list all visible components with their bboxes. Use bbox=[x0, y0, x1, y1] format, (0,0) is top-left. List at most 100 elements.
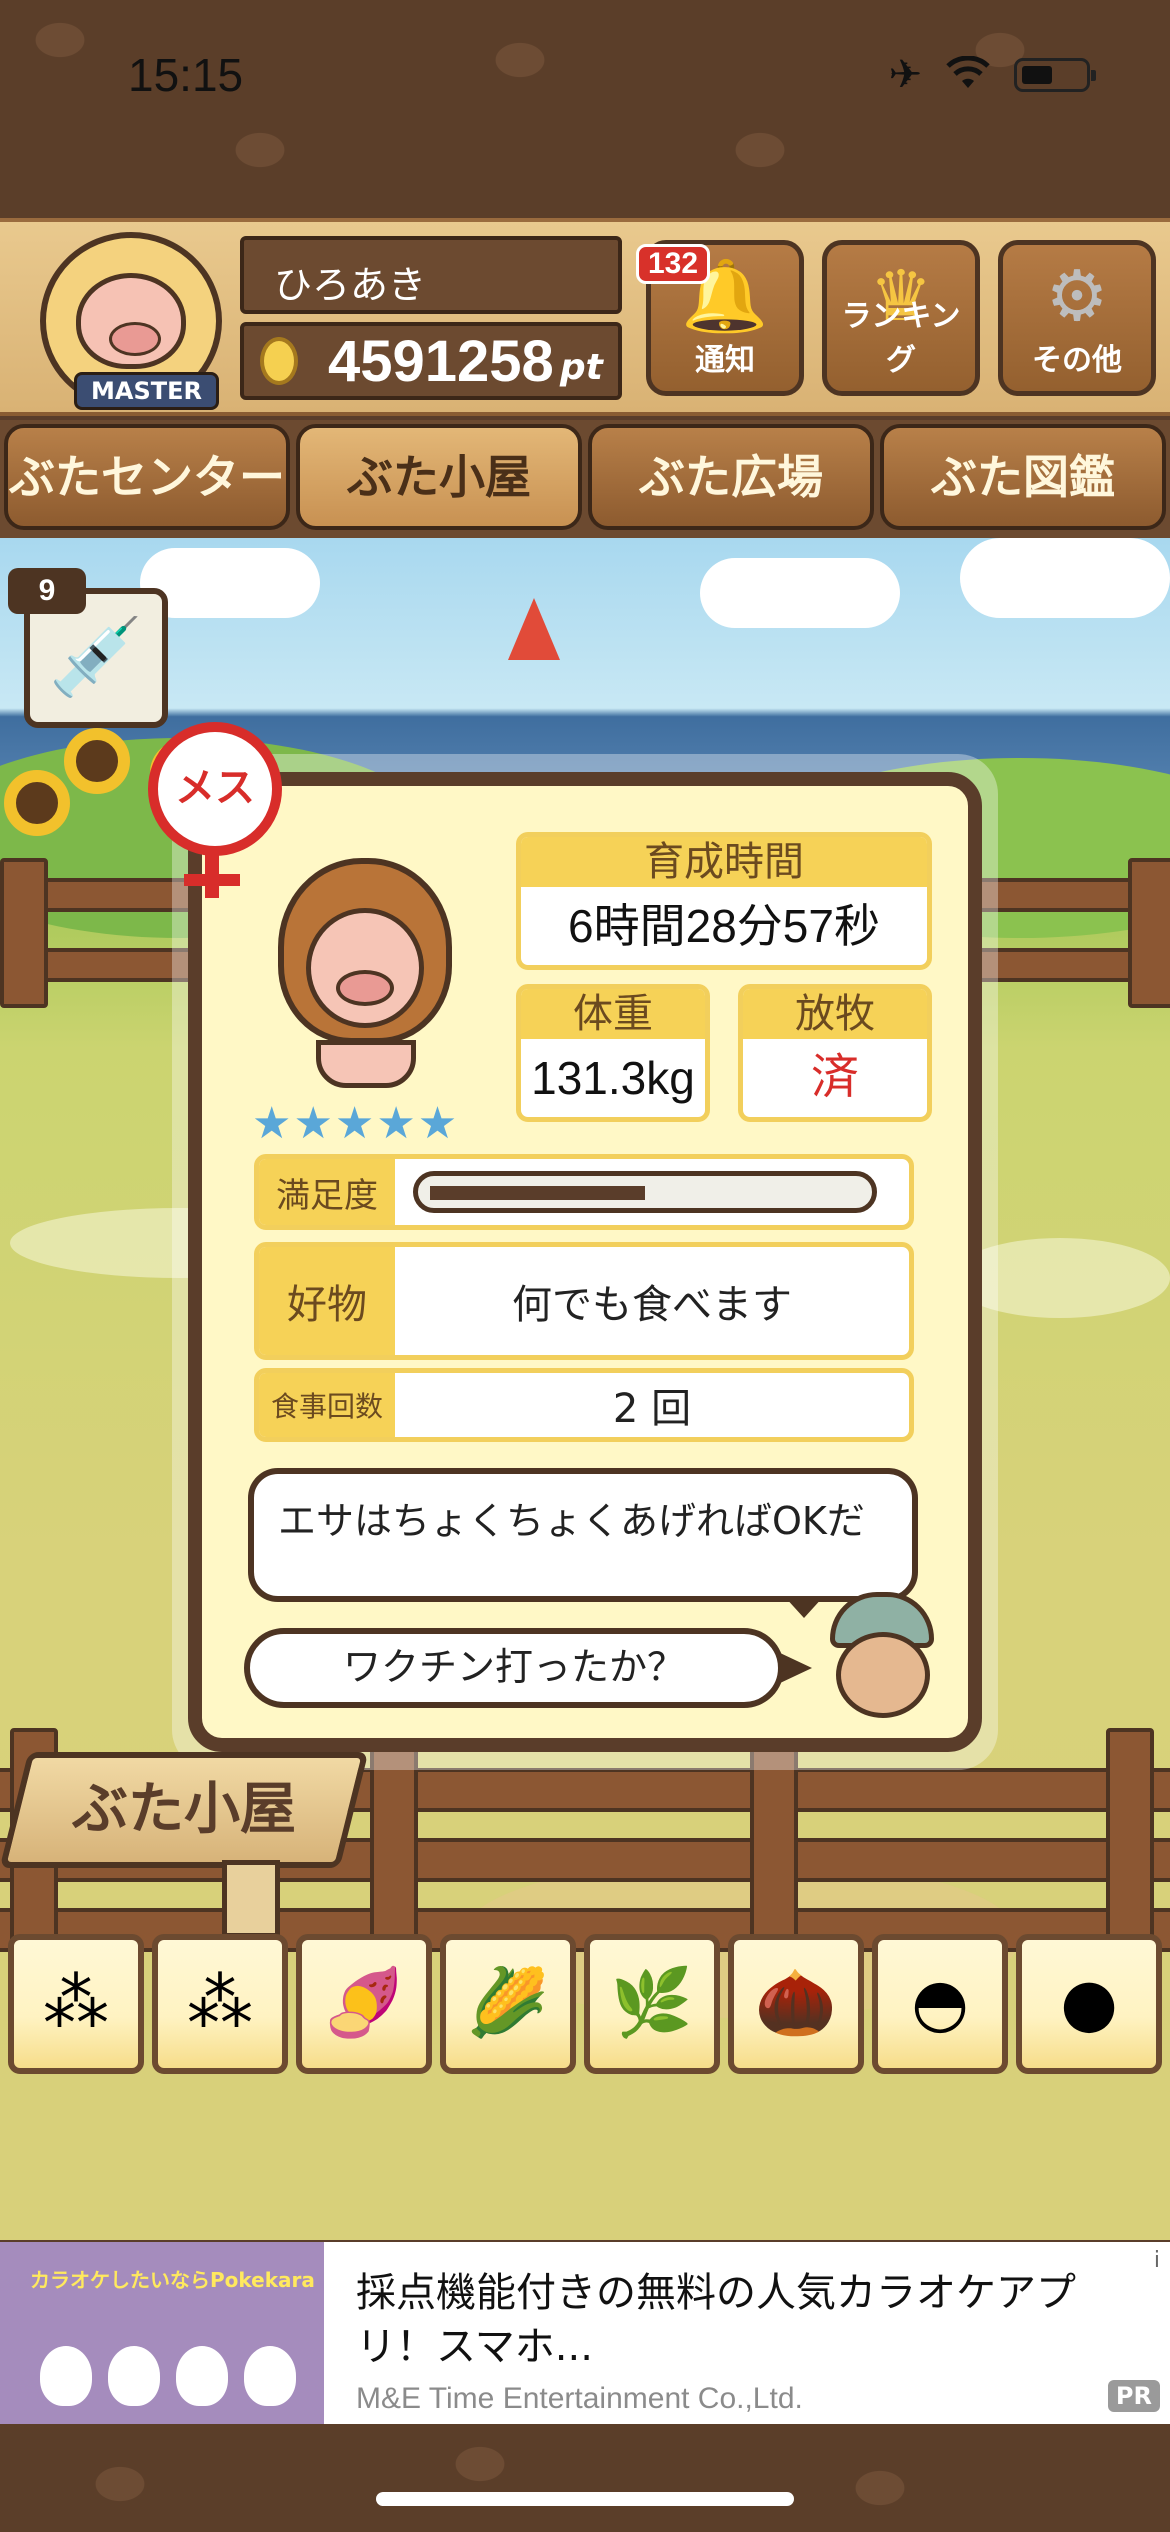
farmer-icon[interactable] bbox=[820, 1592, 944, 1722]
vaccine-question-text: ワクチン打ったか？ bbox=[342, 1645, 685, 1689]
food-slot-soybean[interactable]: 🌿 bbox=[584, 1934, 720, 2074]
ad-info-icon[interactable]: i bbox=[1154, 2248, 1160, 2273]
food-slot-corn[interactable]: 🌽 bbox=[440, 1934, 576, 2074]
user-name: ひろあき bbox=[274, 263, 427, 307]
fence-post bbox=[1106, 1728, 1154, 1968]
ad-advertiser: M&E Time Entertainment Co.,Ltd. bbox=[356, 2382, 803, 2415]
satisfaction-row: 満足度 bbox=[254, 1154, 914, 1230]
satisfaction-fill bbox=[430, 1186, 645, 1200]
food-slot-grain[interactable]: ⁂ bbox=[8, 1934, 144, 2074]
tab-buta-center[interactable]: ぶたセンター bbox=[4, 424, 290, 530]
grazing-label: 放牧 bbox=[743, 989, 927, 1039]
tab-buta-zukan[interactable]: ぶた図鑑 bbox=[880, 424, 1166, 530]
boar-legs bbox=[316, 1040, 416, 1088]
satisfaction-meter bbox=[413, 1171, 877, 1213]
points-value: 4591258 bbox=[328, 328, 554, 394]
rarity-stars: ★★★★★ bbox=[252, 1098, 460, 1149]
ranking-label: ランキング bbox=[841, 299, 961, 378]
boar-pig-image[interactable] bbox=[262, 858, 468, 1098]
sweet-potato-icon: 🍠 bbox=[322, 1964, 406, 2041]
female-gender-badge: メス bbox=[148, 722, 282, 856]
satisfaction-value bbox=[395, 1159, 909, 1225]
sunflower-icon bbox=[4, 770, 70, 836]
soybean-icon: 🌿 bbox=[610, 1964, 694, 2041]
vaccine-count: 9 bbox=[8, 568, 86, 614]
ad-image-text: カラオケしたいならPokekara bbox=[30, 2268, 315, 2292]
airplane-icon: ✈ bbox=[888, 52, 922, 98]
vaccine-question-bubble[interactable]: ワクチン打ったか？ bbox=[244, 1628, 784, 1708]
raising-time-value: 6時間28分57秒 bbox=[568, 900, 880, 952]
tip-text: エサはちょくちょくあげればOKだ bbox=[278, 1499, 865, 1543]
favorite-food-value: 何でも食べます bbox=[512, 1282, 792, 1328]
notification-count-badge: 132 bbox=[636, 244, 710, 284]
sunflower-icon bbox=[64, 728, 130, 794]
seed-pile-icon: ⁂ bbox=[187, 1964, 253, 2041]
notification-label: 通知 bbox=[695, 343, 755, 378]
corn-icon: 🌽 bbox=[466, 1964, 550, 2041]
meal-count-row: 食事回数 2 回 bbox=[254, 1368, 914, 1442]
female-symbol-bar bbox=[184, 874, 240, 886]
meal-count-value: 2 回 bbox=[612, 1386, 692, 1432]
weight-value: 131.3kg bbox=[531, 1052, 695, 1104]
boar-face bbox=[306, 908, 424, 1028]
bean-bowl-icon: ◓ bbox=[911, 1964, 969, 2041]
raising-time-card: 育成時間 6時間28分57秒 bbox=[516, 832, 932, 970]
sailboat-icon bbox=[508, 598, 560, 660]
master-label: MASTER bbox=[74, 372, 219, 410]
food-slot-sweet-potato[interactable]: 🍠 bbox=[296, 1934, 432, 2074]
food-slot-meatballs[interactable]: ● bbox=[1016, 1934, 1162, 2074]
favorite-food-label: 好物 bbox=[259, 1247, 395, 1355]
chick-icon bbox=[176, 2346, 228, 2406]
raising-time-label: 育成時間 bbox=[521, 837, 927, 887]
status-time: 15:15 bbox=[128, 49, 244, 101]
boar-snout bbox=[336, 970, 394, 1006]
weight-card: 体重 131.3kg bbox=[516, 984, 710, 1122]
food-slot-bean-bowl[interactable]: ◓ bbox=[872, 1934, 1008, 2074]
syringe-icon: 💉 bbox=[48, 612, 144, 701]
grazing-card: 放牧 済 bbox=[738, 984, 932, 1122]
chick-icon bbox=[40, 2346, 92, 2406]
top-background bbox=[0, 0, 1170, 220]
bottom-background bbox=[0, 2424, 1170, 2532]
user-name-box: ひろあき bbox=[240, 236, 622, 314]
other-button[interactable]: ⚙ その他 bbox=[998, 240, 1156, 396]
home-indicator[interactable] bbox=[376, 2492, 794, 2506]
fence-post bbox=[1128, 858, 1170, 1008]
favorite-food-row: 好物 何でも食べます bbox=[254, 1242, 914, 1360]
food-slot-acorn[interactable]: 🌰 bbox=[728, 1934, 864, 2074]
ad-pr-badge: PR bbox=[1107, 2380, 1160, 2412]
other-label: その他 bbox=[1032, 343, 1122, 378]
sign-post bbox=[222, 1860, 280, 1938]
pig-avatar-icon bbox=[76, 273, 186, 369]
coin-icon bbox=[260, 337, 298, 385]
battery-icon bbox=[1014, 58, 1096, 92]
sign-label: ぶた小屋 bbox=[72, 1777, 296, 1842]
bubble-tail bbox=[784, 1596, 824, 1618]
bubble-tail bbox=[778, 1652, 812, 1684]
meal-count-label: 食事回数 bbox=[259, 1373, 395, 1437]
points-unit: pt bbox=[559, 346, 603, 388]
main-nav: ぶたセンター ぶた小屋 ぶた広場 ぶた図鑑 bbox=[0, 420, 1170, 538]
ad-banner[interactable]: カラオケしたいならPokekara 採点機能付きの無料の人気カラオケアプリ！スマ… bbox=[0, 2242, 1170, 2424]
food-slot-seeds[interactable]: ⁂ bbox=[152, 1934, 288, 2074]
tab-buta-koya[interactable]: ぶた小屋 bbox=[296, 424, 582, 530]
tab-buta-hiroba[interactable]: ぶた広場 bbox=[588, 424, 874, 530]
weight-label: 体重 bbox=[521, 989, 705, 1039]
fence-post bbox=[0, 858, 48, 1008]
acorn-icon: 🌰 bbox=[754, 1964, 838, 2041]
buta-koya-sign: ぶた小屋 bbox=[0, 1752, 369, 1868]
ad-title[interactable]: 採点機能付きの無料の人気カラオケアプリ！スマホ... bbox=[356, 2266, 1076, 2374]
cloud bbox=[700, 558, 900, 628]
ad-image[interactable]: カラオケしたいならPokekara bbox=[0, 2242, 324, 2424]
points-box: 4591258 pt bbox=[240, 322, 622, 400]
food-tray: ⁂ ⁂ 🍠 🌽 🌿 🌰 ◓ ● bbox=[0, 1934, 1170, 2080]
meatball-plate-icon: ● bbox=[1060, 1964, 1118, 2041]
chick-icon bbox=[244, 2346, 296, 2406]
grain-pile-icon: ⁂ bbox=[43, 1964, 109, 2041]
cloud bbox=[960, 538, 1170, 618]
satisfaction-label: 満足度 bbox=[259, 1159, 395, 1225]
farmer-face bbox=[836, 1632, 930, 1718]
header-bar: MASTER ひろあき 4591258 pt 🔔 通知 ♛ ランキング ⚙ その… bbox=[0, 218, 1170, 416]
ranking-button[interactable]: ♛ ランキング bbox=[822, 240, 980, 396]
chick-icon bbox=[108, 2346, 160, 2406]
